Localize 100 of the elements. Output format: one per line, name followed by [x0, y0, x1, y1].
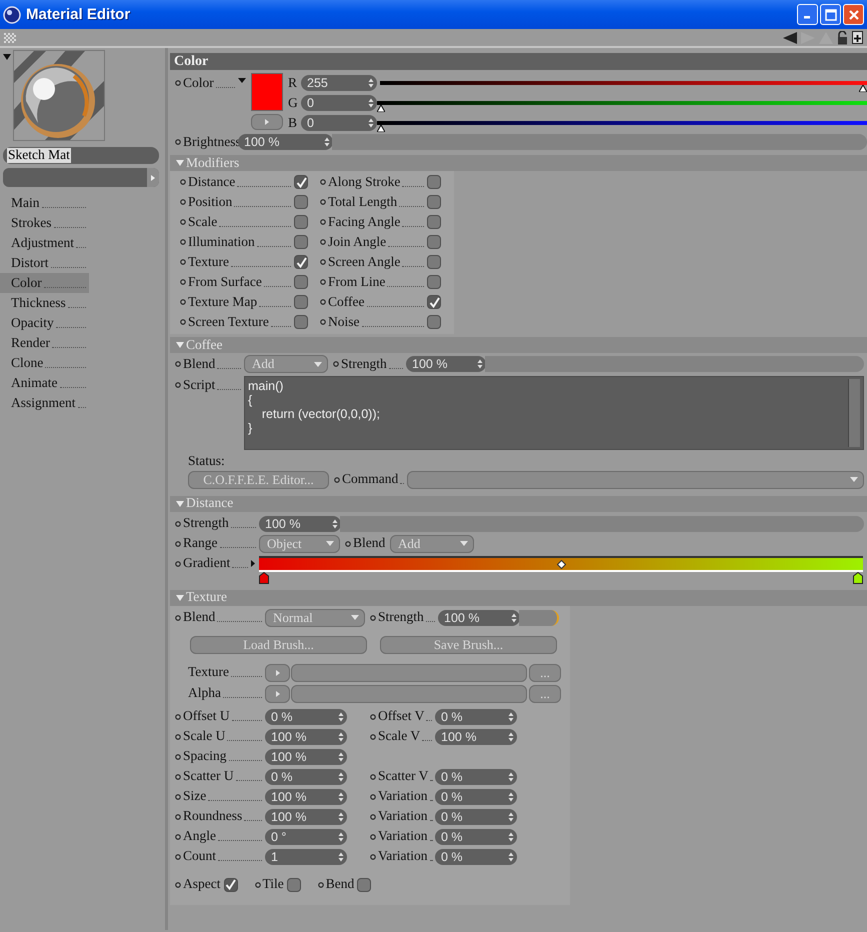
number-field[interactable]: 100 % [406, 356, 486, 372]
back-arrow-icon[interactable] [783, 32, 797, 44]
color-slider[interactable] [377, 101, 867, 113]
command-dropdown[interactable] [407, 470, 864, 489]
spinner-icon [508, 792, 514, 802]
number-field[interactable]: 0 [301, 95, 377, 111]
swatch-button[interactable] [251, 114, 283, 130]
maximize-button[interactable] [820, 4, 841, 25]
field-label: From Surface [188, 274, 262, 290]
sidebar-item[interactable]: Distort [0, 253, 89, 273]
section-header[interactable]: Texture [170, 590, 867, 606]
checkbox[interactable] [294, 235, 308, 249]
field-label: Angle [183, 829, 216, 844]
number-field[interactable]: 0 % [435, 768, 517, 785]
number-field[interactable]: 100 % [265, 748, 347, 765]
number-field[interactable]: 0 [301, 115, 377, 131]
sidebar-item[interactable]: Animate [0, 373, 89, 393]
spinner-icon [511, 612, 517, 623]
checkbox[interactable] [427, 295, 441, 309]
name-field[interactable]: Sketch Mat [3, 147, 159, 164]
field-label: Tile [262, 877, 284, 892]
number-field[interactable]: 100 % [259, 516, 341, 532]
number-field[interactable]: 0 % [265, 768, 347, 785]
checkbox[interactable] [294, 315, 308, 329]
number-field[interactable]: 1 [265, 848, 347, 865]
section-header[interactable]: Coffee [170, 337, 867, 353]
sidebar-item[interactable]: Thickness [0, 293, 89, 313]
number-field[interactable]: 0 % [435, 828, 517, 845]
checkbox[interactable] [224, 878, 238, 892]
grip-icon [4, 32, 16, 42]
checkbox[interactable] [427, 195, 441, 209]
checkbox[interactable] [286, 878, 301, 892]
spinner-icon [508, 712, 514, 722]
sidebar-item[interactable]: Main [0, 193, 89, 213]
number-field[interactable]: 0 % [435, 708, 517, 725]
file-path-field[interactable] [291, 664, 527, 682]
number-field[interactable]: 100 % [435, 728, 517, 745]
color-swatch[interactable] [251, 73, 283, 111]
number-field[interactable]: 255 [301, 75, 377, 91]
minimize-button[interactable] [797, 4, 818, 25]
caret-icon [460, 541, 468, 546]
sidebar-item[interactable]: Render [0, 333, 89, 353]
new-window-icon[interactable] [852, 31, 863, 44]
checkbox[interactable] [294, 195, 308, 209]
checkbox[interactable] [294, 215, 308, 229]
sidebar-item[interactable]: Adjustment [0, 233, 89, 253]
spinner-icon [338, 812, 344, 822]
number-field[interactable]: 100 % [438, 610, 520, 626]
checkbox[interactable] [427, 215, 441, 229]
window-title: Material Editor [26, 6, 130, 23]
number-field[interactable]: 0 % [435, 788, 517, 805]
section-header[interactable]: Modifiers [170, 155, 867, 171]
arrow-button[interactable] [265, 664, 290, 682]
sidebar-item[interactable]: Opacity [0, 313, 89, 333]
sidebar-item[interactable]: Color [0, 273, 89, 293]
field-label: From Line [328, 274, 386, 290]
checkbox[interactable] [427, 255, 441, 269]
number-field[interactable]: 0 % [265, 708, 347, 725]
ring-icon [180, 199, 186, 205]
checkbox[interactable] [427, 235, 441, 249]
ring-icon [370, 834, 376, 840]
ring-icon [334, 476, 340, 483]
color-slider[interactable] [380, 81, 867, 93]
number-field[interactable]: 100 % [265, 788, 347, 805]
number-field[interactable]: 0 ° [265, 828, 347, 845]
color-slider[interactable] [377, 121, 867, 133]
ring-icon [370, 614, 376, 621]
checkbox[interactable] [427, 315, 441, 329]
arrow-button[interactable] [147, 168, 159, 187]
ring-icon [370, 774, 376, 780]
field-label: Roundness [183, 809, 242, 824]
caret-icon [351, 615, 359, 620]
sidebar-item[interactable]: Strokes [0, 213, 89, 233]
script-editor[interactable]: main() { return (vector(0,0,0)); } [244, 376, 864, 450]
checkbox[interactable] [294, 255, 308, 269]
checkbox[interactable] [294, 175, 308, 189]
spinner-icon [332, 518, 338, 529]
checkbox[interactable] [294, 275, 308, 289]
gradient-bar[interactable] [259, 556, 863, 572]
number-field[interactable]: 100 % [238, 134, 333, 150]
checkbox[interactable] [357, 878, 372, 892]
number-field[interactable]: 100 % [265, 808, 347, 825]
file-path-field[interactable] [291, 684, 527, 703]
field-label: Size [183, 789, 206, 804]
sidebar-item[interactable]: Assignment [0, 393, 89, 413]
arrow-button[interactable] [265, 684, 290, 703]
section-header[interactable]: Distance [170, 496, 867, 512]
checkbox[interactable] [427, 275, 441, 289]
number-field[interactable]: 0 % [435, 808, 517, 825]
checkbox[interactable] [427, 175, 441, 189]
number-field[interactable]: 0 % [435, 848, 517, 865]
close-button[interactable] [843, 4, 864, 25]
field-label: Count [183, 849, 216, 864]
checkbox[interactable] [294, 295, 308, 309]
channel-label: B [287, 116, 298, 130]
scrollbar[interactable] [848, 379, 860, 447]
selector-field[interactable] [3, 168, 159, 187]
sidebar-item[interactable]: Clone [0, 353, 89, 373]
number-field[interactable]: 100 % [265, 728, 347, 745]
lock-icon[interactable] [837, 30, 848, 44]
